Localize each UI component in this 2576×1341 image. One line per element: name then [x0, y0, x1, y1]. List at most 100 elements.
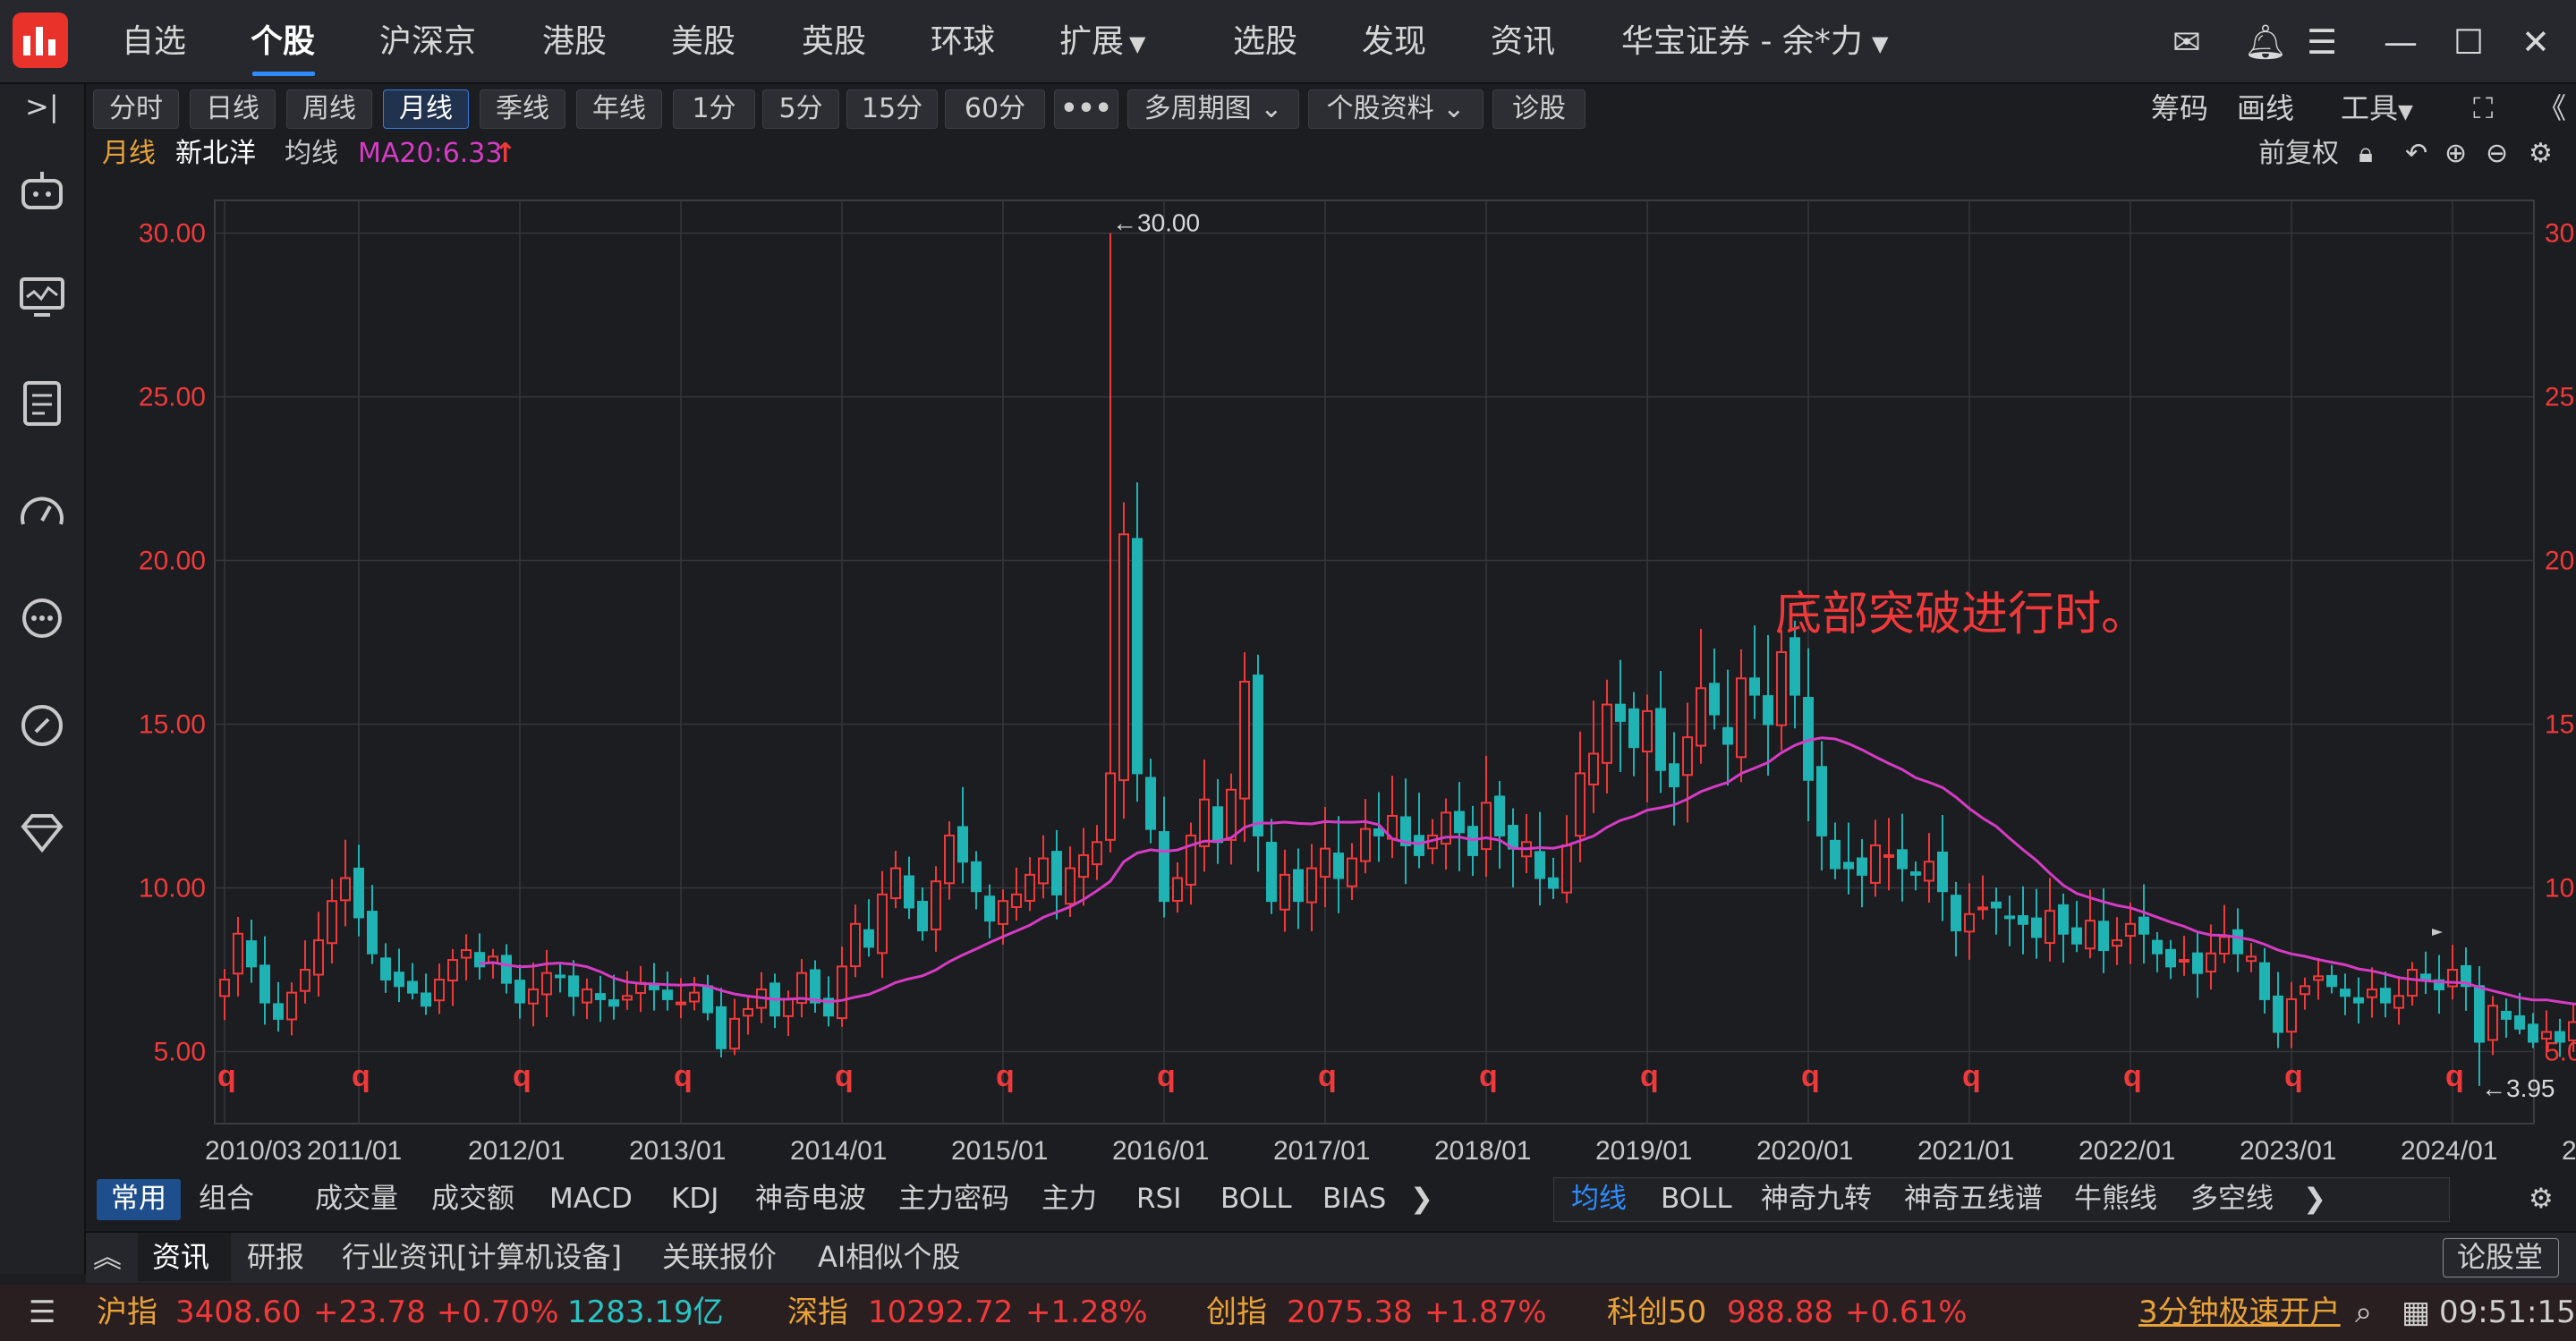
overlay-boll[interactable]: BOLL [1661, 1177, 1732, 1220]
period-yearly-button[interactable]: 年线 [576, 89, 662, 129]
diagnose-button[interactable]: 诊股 [1492, 89, 1586, 129]
indicator-macd[interactable]: MACD [549, 1177, 633, 1220]
indicator-rsi[interactable]: RSI [1136, 1177, 1181, 1220]
zoom-out-icon[interactable]: ⊖ [2486, 136, 2508, 172]
fullscreen-icon[interactable]: ⛶ [2473, 89, 2493, 127]
overlay-magic-nine[interactable]: 神奇九转 [1761, 1177, 1872, 1220]
y-tick-label-left: 30.00 [139, 219, 206, 249]
candle-body [810, 969, 820, 1004]
mail-icon[interactable]: ✉ [2172, 21, 2201, 63]
nav-tab-watchlist[interactable]: 自选 [122, 20, 186, 64]
nav-tab-extend[interactable]: 扩展 [1059, 20, 1124, 64]
sh-index-name[interactable]: 沪指 [97, 1292, 157, 1333]
chevron-down-icon[interactable]: ▼ [1872, 21, 1888, 66]
info-tab-news[interactable]: 资讯 [152, 1235, 209, 1279]
chevron-right-icon[interactable]: ❯ [2303, 1177, 2326, 1220]
diamond-icon[interactable] [16, 807, 68, 859]
nav-tab-discover[interactable]: 发现 [1362, 20, 1426, 64]
multi-period-dropdown[interactable]: 多周期图 ⌄ [1127, 89, 1299, 129]
list-icon[interactable]: ☰ [29, 1292, 55, 1333]
bell-icon[interactable]: 🔔︎ [2244, 21, 2287, 63]
candle-body [689, 991, 700, 1003]
overlay-bull-bear[interactable]: 牛熊线 [2074, 1177, 2157, 1220]
forum-button[interactable]: 论股堂 [2457, 1235, 2543, 1279]
app-logo-icon[interactable] [13, 13, 68, 68]
undo-icon[interactable]: ↶ [2405, 136, 2427, 172]
sz-index-name[interactable]: 深指 [787, 1292, 848, 1333]
period-weekly-button[interactable]: 周线 [286, 89, 372, 129]
nav-tab-news[interactable]: 资讯 [1491, 20, 1555, 64]
price-adjust-button[interactable]: 前复权 [2258, 136, 2339, 172]
indicator-tab-common[interactable]: 常用 [111, 1177, 166, 1220]
candle-body [2393, 995, 2404, 1009]
indicator-magic-wave[interactable]: 神奇电波 [755, 1177, 866, 1220]
maximize-icon[interactable]: ☐ [2453, 21, 2484, 63]
nav-tab-us[interactable]: 美股 [671, 20, 735, 64]
indicator-settings-gear-icon[interactable]: ⚙ [2529, 1177, 2554, 1220]
chevron-down-icon[interactable]: ▼ [1129, 21, 1145, 66]
settings-gear-icon[interactable]: ⚙ [2529, 136, 2553, 172]
candle-body [2514, 1014, 2525, 1030]
ma-label[interactable]: 均线 [285, 136, 338, 172]
menu-icon[interactable]: ☰ [2307, 21, 2337, 63]
gauge-icon[interactable] [16, 487, 68, 539]
nav-tab-global[interactable]: 环球 [931, 20, 995, 64]
candle-body [1588, 752, 1599, 785]
expand-sidebar-icon[interactable]: >| [25, 89, 59, 123]
info-tab-ai-similar[interactable]: AI相似个股 [818, 1235, 960, 1279]
period-5min-button[interactable]: 5分 [762, 89, 839, 129]
chip-distribution-button[interactable]: 筹码 [2151, 89, 2208, 127]
indicator-volume[interactable]: 成交量 [315, 1177, 398, 1220]
period-intraday-button[interactable]: 分时 [93, 89, 179, 129]
overlay-magic-five[interactable]: 神奇五线谱 [1904, 1177, 2043, 1220]
more-periods-button[interactable]: ••• [1054, 89, 1118, 129]
period-daily-button[interactable]: 日线 [190, 89, 276, 129]
tools-dropdown[interactable]: 工具▼ [2341, 89, 2413, 132]
period-monthly-button[interactable]: 月线 [383, 89, 469, 129]
indicator-tab-combo[interactable]: 组合 [199, 1177, 254, 1220]
document-icon[interactable] [16, 378, 68, 429]
lock-icon[interactable]: 🔒︎ [2359, 136, 2373, 172]
zoom-in-icon[interactable]: ⊕ [2444, 136, 2467, 172]
info-tab-research[interactable]: 研报 [247, 1235, 304, 1279]
nav-tab-stock[interactable]: 个股 [251, 20, 315, 64]
nav-tab-screener[interactable]: 选股 [1233, 20, 1297, 64]
overlay-ma[interactable]: 均线 [1571, 1177, 1627, 1220]
indicator-kdj[interactable]: KDJ [671, 1177, 718, 1220]
nav-tab-hk[interactable]: 港股 [542, 20, 607, 64]
info-tab-industry-news[interactable]: 行业资讯[计算机设备] [342, 1235, 622, 1279]
account-menu[interactable]: 华宝证券 - 余*力 [1621, 20, 1863, 64]
robot-icon[interactable] [16, 166, 68, 218]
chevron-right-icon[interactable]: ❯ [1410, 1177, 1433, 1220]
period-quarterly-button[interactable]: 季线 [480, 89, 565, 129]
nav-tab-hs-market[interactable]: 沪深京 [379, 20, 476, 64]
candle-body [2246, 955, 2257, 963]
kc50-index-name[interactable]: 科创50 [1607, 1292, 1706, 1333]
chat-icon[interactable] [16, 594, 68, 646]
stock-info-dropdown[interactable]: 个股资料 ⌄ [1308, 89, 1484, 129]
drawing-button[interactable]: 画线 [2237, 89, 2294, 127]
kline-chart[interactable]: 5.0010.0015.0020.0025.0030.00 5.0010.001… [86, 175, 2576, 1170]
period-1min-button[interactable]: 1分 [673, 89, 755, 129]
collapse-panel-icon[interactable]: 《 [2538, 89, 2566, 127]
search-icon[interactable]: ⌕ [2355, 1292, 2372, 1333]
monitor-chart-icon[interactable] [16, 270, 68, 322]
open-account-link[interactable]: 3分钟极速开户 [2138, 1292, 2341, 1333]
indicator-bias[interactable]: BIAS [1322, 1177, 1386, 1220]
overlay-long-short[interactable]: 多空线 [2190, 1177, 2274, 1220]
indicator-boll[interactable]: BOLL [1220, 1177, 1292, 1220]
indicator-amount[interactable]: 成交额 [431, 1177, 514, 1220]
collapse-up-icon[interactable]: ︽ [93, 1235, 122, 1279]
link-icon[interactable] [16, 700, 68, 751]
period-15min-button[interactable]: 15分 [846, 89, 938, 129]
calculator-icon[interactable]: ▦ [2402, 1292, 2430, 1333]
candle-body [837, 965, 847, 1020]
period-60min-button[interactable]: 60分 [945, 89, 1045, 129]
close-icon[interactable]: ✕ [2521, 21, 2550, 63]
nav-tab-uk[interactable]: 英股 [802, 20, 866, 64]
info-tab-related-quotes[interactable]: 关联报价 [662, 1235, 777, 1279]
indicator-main-force[interactable]: 主力 [1041, 1177, 1097, 1220]
minimize-icon[interactable]: — [2384, 21, 2418, 63]
cy-index-name[interactable]: 创指 [1206, 1292, 1267, 1333]
indicator-main-force-code[interactable]: 主力密码 [898, 1177, 1009, 1220]
